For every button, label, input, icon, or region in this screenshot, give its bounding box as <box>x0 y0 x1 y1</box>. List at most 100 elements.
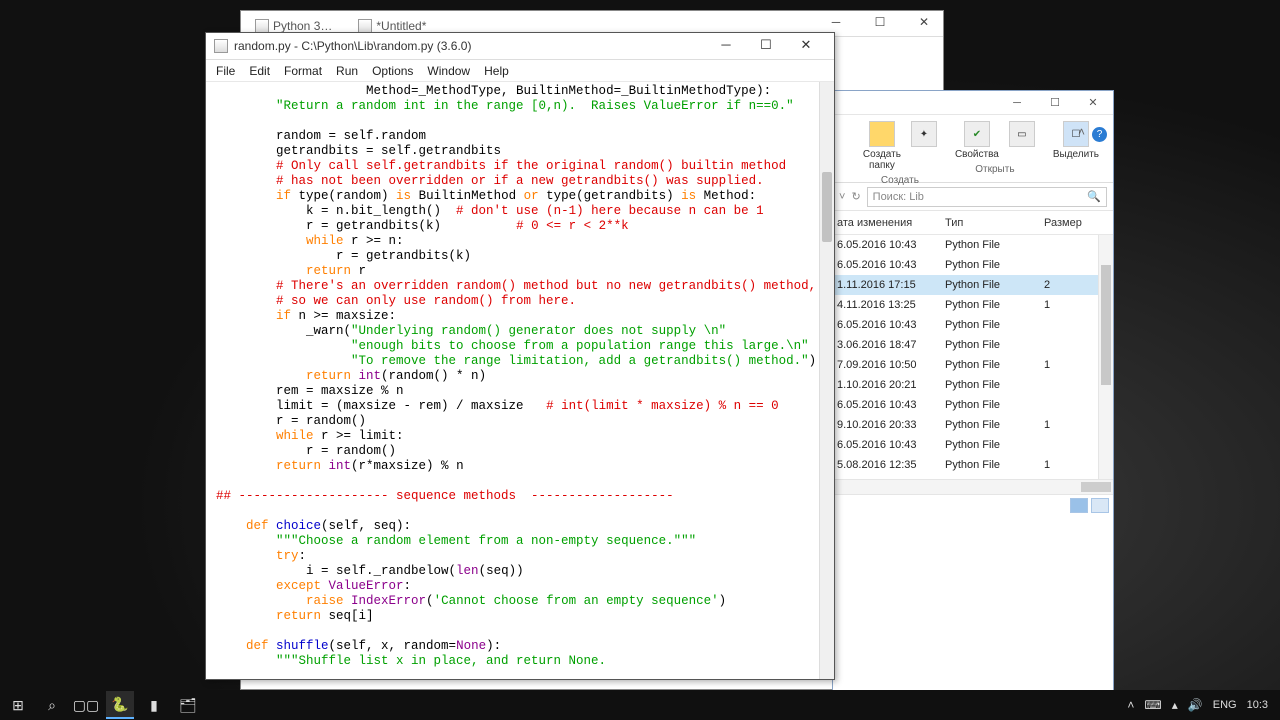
view-icons-button[interactable] <box>1091 498 1109 513</box>
keyboard-icon[interactable]: ⌨ <box>1144 698 1161 712</box>
cell-type: Python File <box>945 379 1040 391</box>
explorer-file-list[interactable]: 6.05.2016 10:43Python File6.05.2016 10:4… <box>833 235 1113 479</box>
python-file-icon <box>358 19 372 33</box>
menu-file[interactable]: File <box>216 64 235 78</box>
cell-type: Python File <box>945 239 1040 251</box>
network-icon[interactable]: ▴ <box>1172 698 1178 712</box>
search-icon[interactable]: 🔍 <box>1087 190 1101 203</box>
idle-editor-window: random.py - C:\Python\Lib\random.py (3.6… <box>205 32 835 680</box>
cell-date: 4.11.2016 13:25 <box>833 299 945 311</box>
minimize-button[interactable]: ─ <box>823 15 849 29</box>
code-area[interactable]: Method=_MethodType, BuiltinMethod=_Built… <box>206 82 834 679</box>
ribbon-new-item[interactable]: ✦ <box>909 119 939 149</box>
open-icon: ▭ <box>1009 121 1035 147</box>
chevron-down-icon[interactable]: ˅ <box>839 191 845 203</box>
col-size-header[interactable]: Размер <box>1040 217 1113 229</box>
table-row[interactable]: 3.06.2016 18:47Python File <box>833 335 1113 355</box>
ribbon-properties[interactable]: ✔Свойства <box>953 119 1001 162</box>
table-row[interactable]: 5.08.2016 12:35Python File1 <box>833 455 1113 475</box>
table-row[interactable]: 6.05.2016 10:43Python File <box>833 435 1113 455</box>
folder-icon <box>869 121 895 147</box>
ribbon-new-folder[interactable]: Создать папку <box>861 119 903 173</box>
minimize-button[interactable]: ─ <box>1005 97 1029 109</box>
cell-type: Python File <box>945 419 1040 431</box>
explorer-vscrollbar[interactable] <box>1098 235 1113 479</box>
cell-date: 3.06.2016 18:47 <box>833 339 945 351</box>
cell-date: 5.08.2016 12:35 <box>833 459 945 471</box>
taskbar-app-explorer[interactable]: 🗂 <box>174 691 202 719</box>
explorer-hscrollbar[interactable]: › <box>833 479 1113 494</box>
menu-edit[interactable]: Edit <box>249 64 270 78</box>
menu-run[interactable]: Run <box>336 64 358 78</box>
ribbon-group-new-label: Создать <box>881 175 919 186</box>
taskbar-left: ⊞ ⌕ ▢▢ 🐍 ▮ 🗂 <box>4 691 202 719</box>
shell-tab-1-label: Python 3… <box>273 19 332 33</box>
taskbar-app-cmd[interactable]: ▮ <box>140 691 168 719</box>
ribbon-new-folder-label: Создать папку <box>863 149 901 171</box>
shell-window-controls: ─ ☐ ✕ <box>823 15 937 29</box>
chevron-up-icon[interactable]: ˄ <box>1078 125 1085 139</box>
explorer-titlebar[interactable]: ─ ☐ ✕ <box>833 91 1113 115</box>
taskbar: ⊞ ⌕ ▢▢ 🐍 ▮ 🗂 ˄ ⌨ ▴ 🔊 ENG 10:3 <box>0 690 1280 720</box>
scrollbar-thumb[interactable] <box>822 172 832 242</box>
col-type-header[interactable]: Тип <box>945 217 1040 229</box>
table-row[interactable]: 6.05.2016 10:43Python File <box>833 315 1113 335</box>
table-row[interactable]: 6.05.2016 10:43Python File <box>833 255 1113 275</box>
code-text[interactable]: Method=_MethodType, BuiltinMethod=_Built… <box>206 82 834 679</box>
cell-date: 6.05.2016 10:43 <box>833 239 945 251</box>
menu-window[interactable]: Window <box>427 64 470 78</box>
col-date-header[interactable]: ата изменения <box>833 217 945 229</box>
language-indicator[interactable]: ENG <box>1213 699 1237 711</box>
task-view-icon[interactable]: ▢▢ <box>72 691 100 719</box>
explorer-ribbon: Создать папку ✦ Создать ✔Свойства ▭ Откр… <box>833 115 1113 183</box>
table-row[interactable]: 1.10.2016 20:21Python File <box>833 375 1113 395</box>
cell-date: 6.05.2016 10:43 <box>833 439 945 451</box>
close-button[interactable]: ✕ <box>786 34 826 58</box>
cell-date: 6.05.2016 10:43 <box>833 319 945 331</box>
chevron-up-icon[interactable]: ˄ <box>1127 698 1134 712</box>
maximize-button[interactable]: ☐ <box>1043 96 1067 109</box>
search-icon[interactable]: ⌕ <box>38 691 66 719</box>
cell-date: 1.10.2016 20:21 <box>833 379 945 391</box>
table-row[interactable]: 9.10.2016 20:33Python File1 <box>833 415 1113 435</box>
cell-type: Python File <box>945 399 1040 411</box>
taskbar-app-idle[interactable]: 🐍 <box>106 691 134 719</box>
scrollbar-thumb[interactable] <box>1101 265 1111 385</box>
cell-date: 7.09.2016 10:50 <box>833 359 945 371</box>
cell-type: Python File <box>945 279 1040 291</box>
idle-titlebar[interactable]: random.py - C:\Python\Lib\random.py (3.6… <box>206 33 834 60</box>
ribbon-group-open-label: Открыть <box>975 164 1014 175</box>
help-icon[interactable]: ? <box>1092 127 1107 142</box>
maximize-button[interactable]: ☐ <box>867 15 893 29</box>
table-row[interactable]: 6.05.2016 10:43Python File <box>833 395 1113 415</box>
refresh-icon[interactable]: ↻ <box>851 190 860 203</box>
cell-date: 1.11.2016 17:15 <box>833 279 945 291</box>
scrollbar-thumb[interactable] <box>1081 482 1111 492</box>
maximize-button[interactable]: ☐ <box>746 34 786 58</box>
cell-type: Python File <box>945 339 1040 351</box>
ribbon-select[interactable]: ☐Выделить <box>1051 119 1101 162</box>
volume-icon[interactable]: 🔊 <box>1188 698 1203 712</box>
close-button[interactable]: ✕ <box>911 15 937 29</box>
table-row[interactable]: 6.05.2016 10:43Python File <box>833 235 1113 255</box>
table-row[interactable]: 7.09.2016 10:50Python File1 <box>833 355 1113 375</box>
menu-format[interactable]: Format <box>284 64 322 78</box>
clock[interactable]: 10:3 <box>1247 699 1268 711</box>
table-row[interactable]: 4.11.2016 13:25Python File1 <box>833 295 1113 315</box>
cell-type: Python File <box>945 259 1040 271</box>
minimize-button[interactable]: ─ <box>706 34 746 58</box>
explorer-columns[interactable]: ата изменения Тип Размер <box>833 211 1113 235</box>
cell-type: Python File <box>945 459 1040 471</box>
explorer-search[interactable]: Поиск: Lib 🔍 <box>867 187 1107 207</box>
start-button[interactable]: ⊞ <box>4 691 32 719</box>
view-details-button[interactable] <box>1070 498 1088 513</box>
table-row[interactable]: 1.11.2016 17:15Python File2 <box>833 275 1113 295</box>
editor-vscrollbar[interactable] <box>819 82 834 679</box>
close-button[interactable]: ✕ <box>1081 96 1105 109</box>
menu-options[interactable]: Options <box>372 64 413 78</box>
ribbon-open[interactable]: ▭ <box>1007 119 1037 149</box>
taskbar-tray: ˄ ⌨ ▴ 🔊 ENG 10:3 <box>1127 698 1276 712</box>
window-controls: ─ ☐ ✕ <box>706 34 826 58</box>
menu-help[interactable]: Help <box>484 64 509 78</box>
search-placeholder: Поиск: Lib <box>873 191 924 203</box>
